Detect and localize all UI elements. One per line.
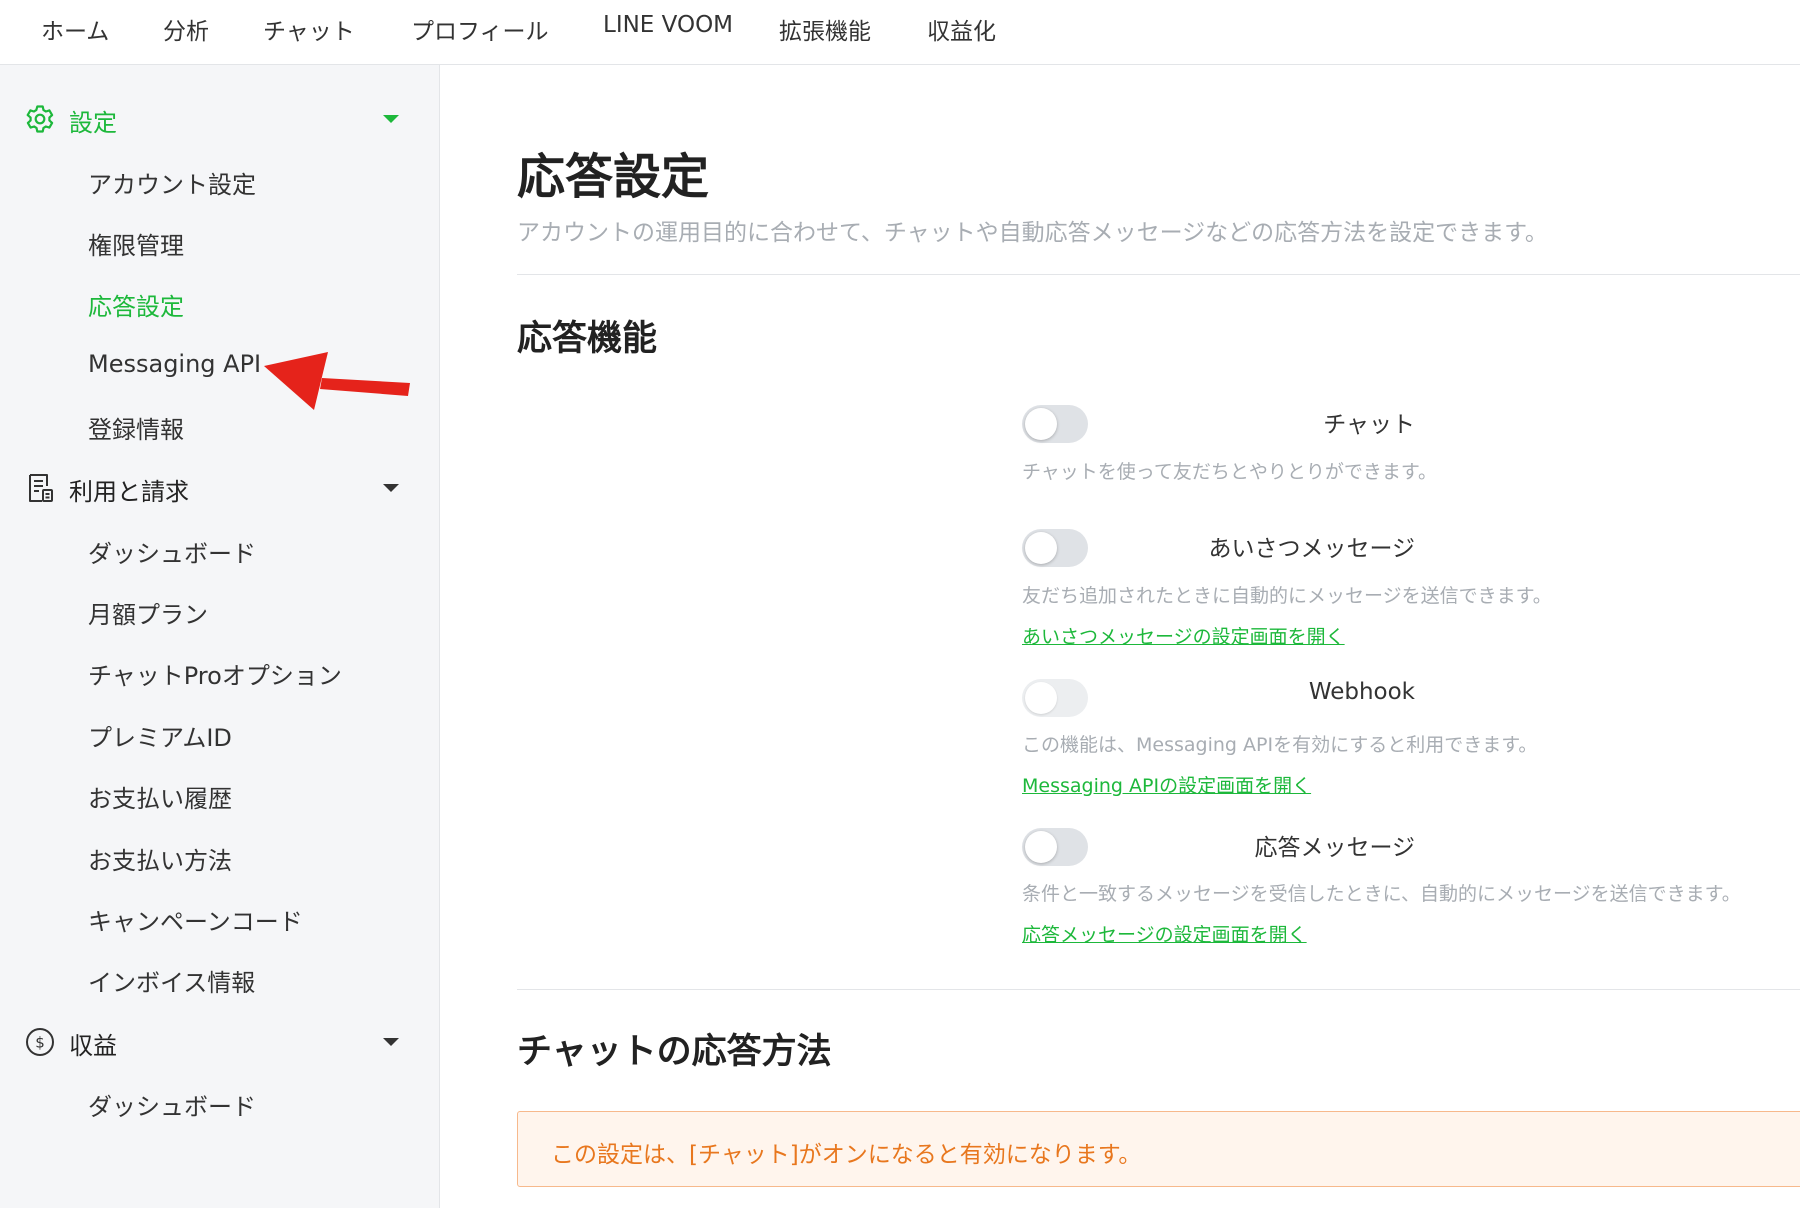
auto-reply-settings-link[interactable]: 応答メッセージの設定画面を開く — [1022, 920, 1307, 947]
caret-down-icon — [383, 484, 399, 492]
sidebar-item-account-settings[interactable]: アカウント設定 — [88, 165, 256, 200]
sidebar-item-response-settings[interactable]: 応答設定 — [88, 287, 184, 322]
nav-home[interactable]: ホーム — [41, 12, 109, 46]
sidebar-item-permissions[interactable]: 権限管理 — [88, 226, 184, 261]
sidebar: 設定 アカウント設定 権限管理 応答設定 Messaging API 登録情報 … — [0, 65, 440, 1208]
nav-profile[interactable]: プロフィール — [411, 12, 549, 46]
toggle-knob — [1025, 408, 1057, 440]
nav-extensions[interactable]: 拡張機能 — [779, 12, 871, 46]
annotation-arrow-icon — [264, 352, 410, 410]
divider — [517, 989, 1800, 990]
sidebar-item-payment-method[interactable]: お支払い方法 — [88, 841, 232, 876]
caret-down-icon — [383, 115, 399, 123]
greeting-toggle[interactable] — [1022, 529, 1088, 567]
sidebar-section-revenue[interactable]: $ 収益 — [0, 1016, 440, 1066]
dollar-circle-icon: $ — [26, 1028, 54, 1056]
sidebar-item-invoice-info[interactable]: インボイス情報 — [88, 963, 255, 998]
page-description: アカウントの運用目的に合わせて、チャットや自動応答メッセージなどの応答方法を設定… — [517, 220, 1548, 246]
sidebar-item-campaign-code[interactable]: キャンペーンコード — [88, 902, 303, 937]
chat-method-section-title: チャットの応答方法 — [517, 1032, 832, 1072]
chat-toggle[interactable] — [1022, 405, 1088, 443]
chat-label: チャット — [1323, 412, 1415, 438]
nav-monetization[interactable]: 収益化 — [927, 12, 996, 46]
sidebar-item-registration-info[interactable]: 登録情報 — [88, 410, 184, 445]
caret-down-icon — [383, 1038, 399, 1046]
gear-icon — [26, 105, 54, 133]
main-content: 応答設定 アカウントの運用目的に合わせて、チャットや自動応答メッセージなどの応答… — [441, 65, 1800, 1208]
toggle-knob — [1025, 831, 1057, 863]
greeting-settings-link[interactable]: あいさつメッセージの設定画面を開く — [1022, 622, 1345, 649]
auto-reply-toggle[interactable] — [1022, 828, 1088, 866]
auto-reply-description: 条件と一致するメッセージを受信したときに、自動的にメッセージを送信できます。 — [1022, 883, 1741, 905]
nav-chat[interactable]: チャット — [263, 12, 355, 46]
greeting-label: あいさつメッセージ — [1208, 536, 1415, 562]
sidebar-item-billing-dashboard[interactable]: ダッシュボード — [88, 534, 256, 569]
nav-analytics[interactable]: 分析 — [163, 12, 209, 46]
chat-description: チャットを使って友だちとやりとりができます。 — [1022, 461, 1437, 483]
page-title: 応答設定 — [517, 149, 710, 205]
sidebar-item-messaging-api[interactable]: Messaging API — [88, 350, 261, 378]
sidebar-item-monthly-plan[interactable]: 月額プラン — [88, 595, 208, 630]
toggle-knob — [1025, 682, 1057, 714]
webhook-toggle — [1022, 679, 1088, 717]
webhook-description: この機能は、Messaging APIを有効にすると利用できます。 — [1022, 734, 1538, 756]
sidebar-item-revenue-dashboard[interactable]: ダッシュボード — [88, 1087, 256, 1122]
sidebar-section-billing-label: 利用と請求 — [69, 478, 189, 506]
messaging-api-settings-link[interactable]: Messaging APIの設定画面を開く — [1022, 771, 1311, 798]
svg-text:$: $ — [35, 1034, 45, 1052]
sidebar-section-billing[interactable]: 利用と請求 — [0, 462, 440, 512]
invoice-icon — [29, 474, 53, 502]
webhook-label: Webhook — [1308, 679, 1415, 705]
nav-line-voom[interactable]: LINE VOOM — [603, 12, 733, 38]
notice-text: この設定は、[チャット]がオンになると有効になります。 — [551, 1142, 1142, 1168]
sidebar-item-payment-history[interactable]: お支払い履歴 — [88, 779, 232, 814]
divider — [517, 274, 1800, 275]
toggle-knob — [1025, 532, 1057, 564]
sidebar-item-chat-pro-option[interactable]: チャットProオプション — [88, 656, 342, 691]
sidebar-section-settings-label: 設定 — [69, 109, 117, 137]
sidebar-section-revenue-label: 収益 — [69, 1032, 117, 1060]
notice-box: この設定は、[チャット]がオンになると有効になります。 — [517, 1111, 1800, 1187]
greeting-description: 友だち追加されたときに自動的にメッセージを送信できます。 — [1022, 585, 1552, 607]
sidebar-section-settings[interactable]: 設定 — [0, 93, 440, 143]
features-section-title: 応答機能 — [517, 319, 658, 359]
top-nav: ホーム 分析 チャット プロフィール LINE VOOM 拡張機能 収益化 — [0, 0, 1800, 65]
page: ホーム 分析 チャット プロフィール LINE VOOM 拡張機能 収益化 設定… — [0, 0, 1800, 1208]
sidebar-item-premium-id[interactable]: プレミアムID — [88, 718, 232, 753]
auto-reply-label: 応答メッセージ — [1254, 835, 1415, 861]
